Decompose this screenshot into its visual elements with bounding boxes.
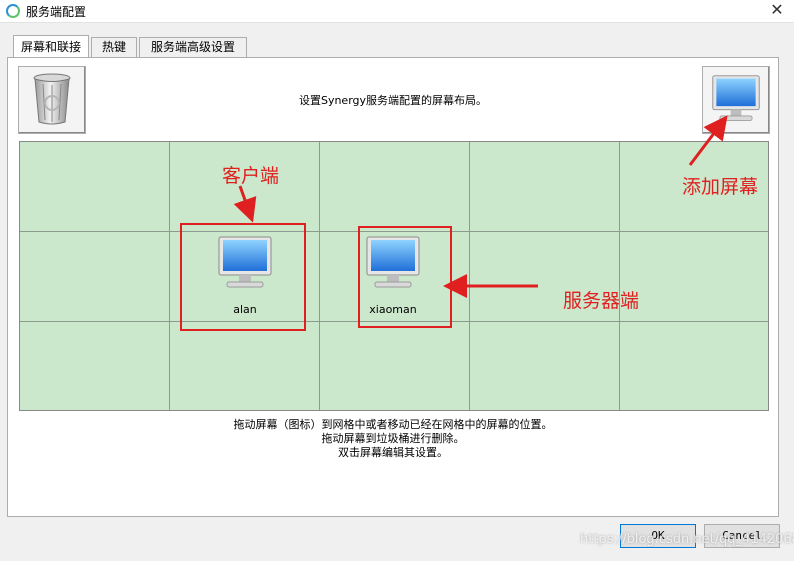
client-arrow xyxy=(233,185,257,223)
tab-screens-and-links[interactable]: 屏幕和联接 xyxy=(13,35,89,57)
watermark: https://blog.csdn.net/qq_41420688 xyxy=(580,532,794,547)
add-screen-arrow xyxy=(688,115,728,166)
annotation-arrows xyxy=(233,115,728,298)
